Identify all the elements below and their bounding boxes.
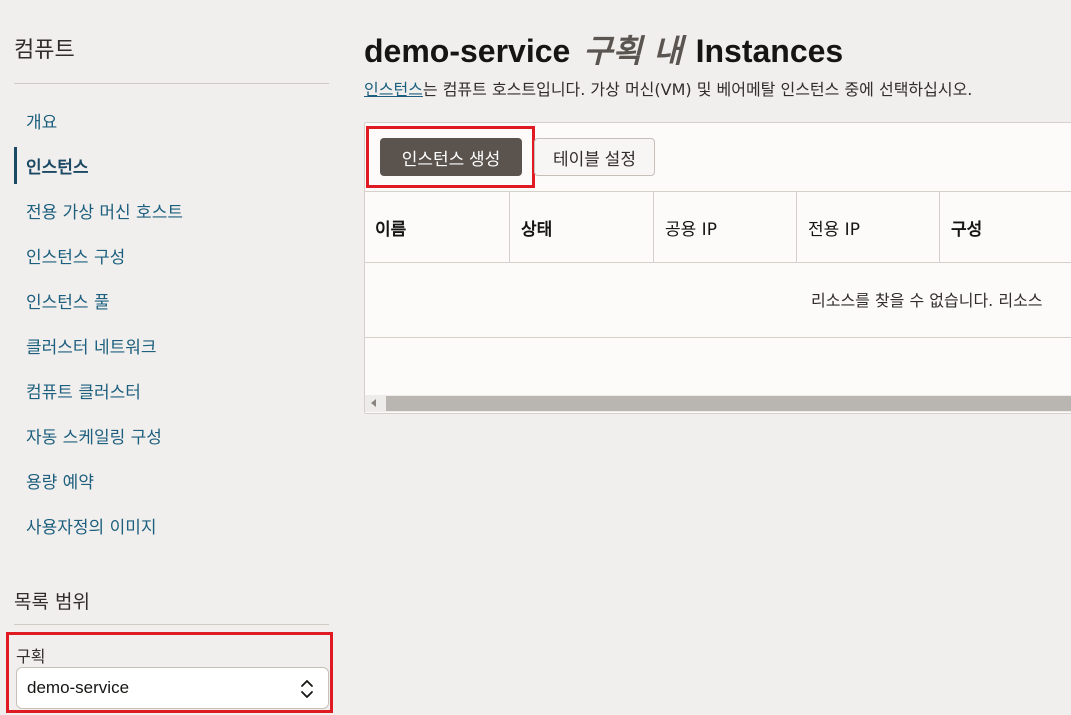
instances-doc-link[interactable]: 인스턴스 — [364, 80, 423, 99]
sidebar-item-label: 자동 스케일링 구성 — [26, 428, 162, 448]
table-header-row: 이름 상태 공용 IP 전용 IP 구성 — [364, 192, 1071, 263]
sidebar-title: 컴퓨트 — [14, 38, 75, 63]
column-header-shape[interactable]: 구성 — [940, 192, 1071, 263]
column-header-label: 전용 IP — [808, 220, 860, 240]
table-horizontal-scrollbar[interactable] — [365, 395, 1071, 412]
page-title-compartment: demo-service — [364, 33, 571, 69]
column-header-label: 이름 — [375, 220, 407, 240]
compartment-select[interactable]: demo-service — [16, 667, 329, 709]
page-title-resource: Instances — [695, 33, 844, 69]
sidebar-item-overview[interactable]: 개요 — [14, 98, 334, 143]
column-header-state[interactable]: 상태 — [510, 192, 654, 263]
column-header-private-ip[interactable]: 전용 IP — [797, 192, 940, 263]
sidebar: 컴퓨트 개요 인스턴스 전용 가상 머신 호스트 인스턴스 구성 인스턴스 풀 … — [0, 0, 340, 715]
sidebar-item-autoscaling-configurations[interactable]: 자동 스케일링 구성 — [14, 413, 334, 458]
compartment-label: 구획 — [16, 647, 46, 666]
sidebar-item-label: 전용 가상 머신 호스트 — [26, 203, 183, 223]
compartment-select-value: demo-service — [27, 678, 130, 697]
column-header-label: 상태 — [521, 220, 553, 240]
sidebar-item-label: 컴퓨트 클러스터 — [26, 383, 141, 403]
sidebar-item-cluster-networks[interactable]: 클러스터 네트워크 — [14, 323, 334, 368]
table-settings-button[interactable]: 테이블 설정 — [534, 138, 655, 176]
main-content: demo-service 구획 내 Instances 인스턴스는 컴퓨트 호스… — [364, 0, 1071, 715]
column-header-public-ip[interactable]: 공용 IP — [654, 192, 797, 263]
sidebar-item-label: 용량 예약 — [26, 473, 94, 493]
sidebar-item-label: 인스턴스 — [26, 158, 89, 178]
table-header-divider — [364, 262, 1071, 263]
sidebar-item-dedicated-vm-hosts[interactable]: 전용 가상 머신 호스트 — [14, 188, 334, 233]
page-title-in-compartment: 구획 내 — [583, 32, 683, 70]
column-header-name[interactable]: 이름 — [364, 192, 510, 263]
sidebar-item-label: 인스턴스 풀 — [26, 293, 110, 313]
page-description: 인스턴스는 컴퓨트 호스트입니다. 가상 머신(VM) 및 베어메탈 인스턴스 … — [364, 76, 972, 100]
sidebar-item-instances[interactable]: 인스턴스 — [14, 143, 334, 188]
sidebar-item-instance-configurations[interactable]: 인스턴스 구성 — [14, 233, 334, 278]
column-header-label: 공용 IP — [665, 220, 717, 240]
sidebar-item-compute-clusters[interactable]: 컴퓨트 클러스터 — [14, 368, 334, 413]
column-header-label: 구성 — [951, 220, 983, 240]
chevron-up-down-icon — [301, 680, 313, 698]
page: 컴퓨트 개요 인스턴스 전용 가상 머신 호스트 인스턴스 구성 인스턴스 풀 … — [0, 0, 1071, 715]
sidebar-item-custom-images[interactable]: 사용자정의 이미지 — [14, 503, 334, 548]
sidebar-item-capacity-reservations[interactable]: 용량 예약 — [14, 458, 334, 503]
scrollbar-thumb[interactable] — [386, 396, 1071, 411]
sidebar-nav: 개요 인스턴스 전용 가상 머신 호스트 인스턴스 구성 인스턴스 풀 클러스터… — [14, 98, 334, 548]
page-description-text: 는 컴퓨트 호스트입니다. 가상 머신(VM) 및 베어메탈 인스턴스 중에 선… — [422, 80, 973, 99]
sidebar-item-label: 클러스터 네트워크 — [26, 338, 157, 358]
table-body-divider — [364, 337, 1071, 338]
scroll-left-arrow-icon[interactable] — [371, 399, 376, 407]
page-title: demo-service 구획 내 Instances — [364, 26, 843, 72]
compartment-highlight-box: 구획 demo-service — [6, 632, 333, 713]
sidebar-item-label: 사용자정의 이미지 — [26, 518, 157, 538]
create-instance-button[interactable]: 인스턴스 생성 — [380, 138, 522, 176]
list-scope-title: 목록 범위 — [14, 591, 90, 613]
sidebar-item-label: 인스턴스 구성 — [26, 248, 126, 268]
table-empty-message: 리소스를 찾을 수 없습니다. 리소스 — [811, 291, 1043, 310]
sidebar-item-label: 개요 — [26, 113, 58, 133]
sidebar-item-instance-pools[interactable]: 인스턴스 풀 — [14, 278, 334, 323]
sidebar-divider — [14, 83, 329, 84]
scope-divider — [14, 624, 329, 625]
